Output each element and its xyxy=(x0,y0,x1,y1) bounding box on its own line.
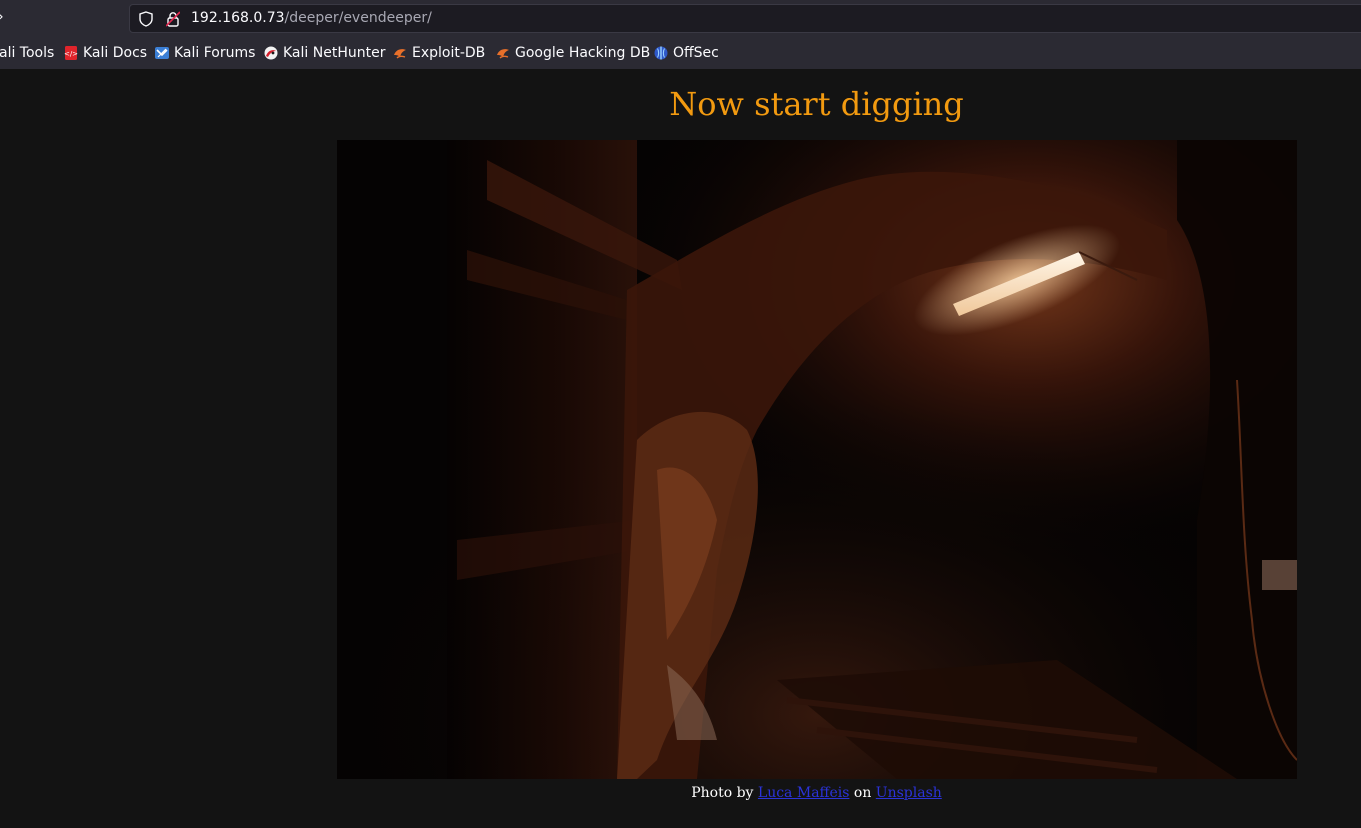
photo-credit: Photo by Luca Maffeis on Unsplash xyxy=(0,785,1361,801)
bookmark-label: Kali Docs xyxy=(83,45,148,61)
address-bar[interactable]: 192.168.0.73/deeper/evendeeper/ xyxy=(129,4,1361,33)
google-hacking-db-icon xyxy=(497,49,509,59)
navigation-row: › 192.168.0.73/deeper/evendeeper/ xyxy=(0,0,1361,37)
page-content: Now start digging Photo by Luca Maffeis … xyxy=(0,69,1361,828)
caption-middle: on xyxy=(853,785,872,801)
svg-text:</>: </> xyxy=(64,50,78,58)
bookmark-label: Exploit-DB xyxy=(412,45,486,61)
kali-nethunter-icon xyxy=(264,46,278,60)
mine-tunnel-photo xyxy=(337,140,1297,779)
caption-prefix: Photo by xyxy=(691,785,754,801)
bookmark-kali-docs[interactable]: </> Kali Docs xyxy=(64,44,147,62)
kali-forums-icon xyxy=(155,47,169,59)
bookmarks-toolbar: ali Tools </> Kali Docs Kali Forums Kali… xyxy=(0,37,1361,69)
insecure-lock-icon[interactable] xyxy=(166,11,180,27)
mine-tunnel-image xyxy=(337,140,1297,779)
offsec-icon xyxy=(654,46,668,60)
exploit-db-icon xyxy=(394,49,406,59)
bookmark-offsec[interactable]: OffSec xyxy=(654,44,719,62)
bookmark-kali-tools[interactable]: ali Tools xyxy=(0,44,54,62)
page-title: Now start digging xyxy=(669,85,964,123)
unsplash-link[interactable]: Unsplash xyxy=(876,785,942,801)
bookmark-label: Google Hacking DB xyxy=(515,45,651,61)
browser-toolbar: › 192.168.0.73/deeper/evendeeper/ ali To… xyxy=(0,0,1361,69)
bookmark-exploit-db[interactable]: Exploit-DB xyxy=(393,44,485,62)
url-host: 192.168.0.73 xyxy=(191,10,285,26)
overflow-chevron-icon[interactable]: › xyxy=(0,9,4,25)
bookmark-label: ali Tools xyxy=(0,45,55,61)
author-link[interactable]: Luca Maffeis xyxy=(758,785,850,801)
bookmark-kali-forums[interactable]: Kali Forums xyxy=(155,44,255,62)
bookmark-label: Kali NetHunter xyxy=(283,45,386,61)
url-text[interactable]: 192.168.0.73/deeper/evendeeper/ xyxy=(191,10,432,26)
bookmark-label: OffSec xyxy=(673,45,719,61)
bookmark-label: Kali Forums xyxy=(174,45,256,61)
url-path: /deeper/evendeeper/ xyxy=(284,10,432,26)
bookmark-google-hacking-db[interactable]: Google Hacking DB xyxy=(496,44,650,62)
kali-docs-icon: </> xyxy=(64,46,78,60)
bookmark-kali-nethunter[interactable]: Kali NetHunter xyxy=(264,44,385,62)
shield-icon[interactable] xyxy=(139,11,153,27)
